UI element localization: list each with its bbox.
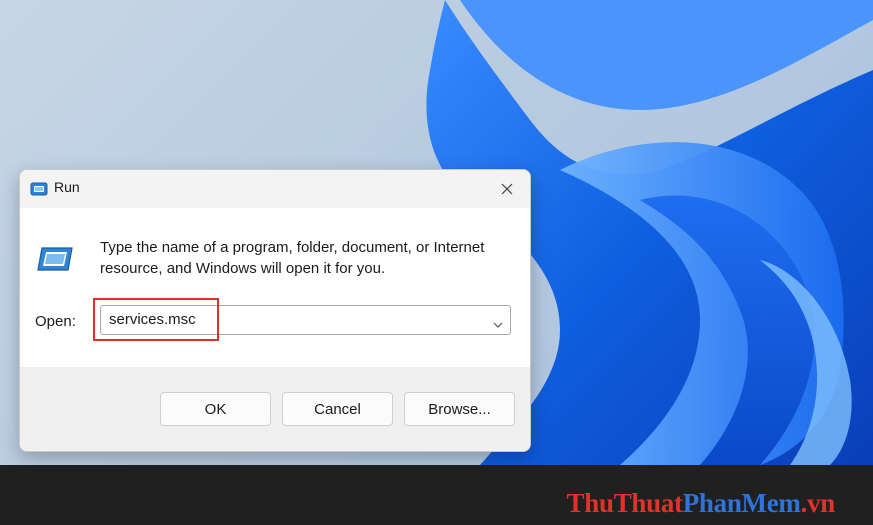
watermark-part-3: .vn [800,488,836,518]
ok-button[interactable]: OK [160,392,271,426]
run-icon [36,244,74,278]
watermark-logo: ThuThuatPhanMem.vn [566,488,836,519]
dropdown-button[interactable] [492,315,504,334]
watermark-part-2: PhanMem [682,488,801,518]
run-icon [30,181,48,200]
watermark-part-1: ThuThuat [566,488,683,518]
highlight-box [93,298,219,341]
dialog-description: Type the name of a program, folder, docu… [100,239,485,277]
run-dialog: Run Type the name of a program, folder, … [19,169,531,452]
close-icon [501,183,513,195]
cancel-button[interactable]: Cancel [282,392,393,426]
dialog-title: Run [54,179,80,195]
browse-button[interactable]: Browse... [404,392,515,426]
chevron-down-icon [493,322,503,328]
close-button[interactable] [484,170,530,208]
title-bar[interactable]: Run [20,170,530,208]
open-label: Open: [35,313,76,330]
